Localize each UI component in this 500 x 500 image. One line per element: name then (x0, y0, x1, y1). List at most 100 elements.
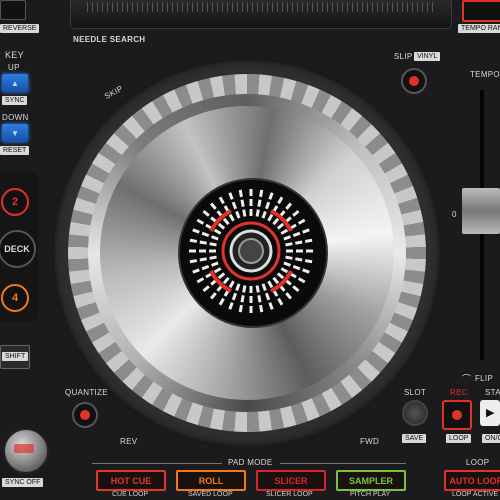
slot-knob[interactable] (402, 400, 428, 426)
jog-tick (242, 285, 247, 293)
jog-tick (276, 222, 285, 230)
rec-label: REC (450, 388, 468, 397)
jog-tick (235, 211, 241, 219)
jog-tick (283, 261, 291, 267)
jog-tick (249, 199, 253, 206)
jog-tick (202, 285, 210, 293)
jog-tick (304, 259, 313, 264)
pad-mode-divider-right (280, 463, 406, 464)
jog-tick (209, 202, 217, 210)
jog-tick (192, 268, 200, 274)
jog-tick (240, 295, 245, 303)
slip-button[interactable] (401, 68, 427, 94)
jog-tick (277, 196, 284, 205)
jog-tick (297, 277, 306, 284)
slip-label: SLIP (394, 52, 413, 61)
jog-tick (201, 264, 210, 271)
jog-tick (267, 280, 274, 289)
quantize-led (80, 410, 90, 420)
start-button[interactable]: ▶ (480, 400, 500, 426)
pad-mode-divider (92, 463, 222, 464)
jog-tick (292, 231, 301, 238)
jog-tick (257, 199, 262, 207)
slicer-button[interactable]: SLICER (256, 470, 326, 491)
jog-tick (249, 209, 253, 216)
jog-tick (297, 218, 306, 225)
jog-tick (304, 238, 313, 243)
jog-tick (217, 272, 226, 280)
jog-tick (189, 238, 198, 243)
tempo-fader[interactable] (462, 188, 500, 234)
sampler-button[interactable]: SAMPLER (336, 470, 406, 491)
jog-tick (242, 209, 247, 217)
jog-tick (213, 228, 222, 235)
jog-tick (249, 306, 253, 313)
quantize-button[interactable] (72, 402, 98, 428)
jog-tick (277, 297, 284, 306)
auto-loop-button[interactable]: AUTO LOOP (444, 470, 500, 491)
jog-tick (228, 302, 234, 310)
loop-active-label: LOOP ACTIVE (452, 491, 499, 498)
jog-tick (196, 218, 205, 225)
jog-tick (211, 235, 219, 241)
slicer-label: SLICER (274, 475, 308, 486)
jog-tick (199, 249, 206, 253)
jog-tick (286, 249, 293, 253)
jog-tick (255, 209, 260, 217)
onoff-label: ON/O (482, 434, 500, 443)
roll-button[interactable]: ROLL (176, 470, 246, 491)
jog-tick (295, 257, 303, 262)
jog-tick (261, 283, 267, 291)
jog-tick (259, 189, 264, 198)
jog-tick (272, 276, 280, 285)
quantize-label: QUANTIZE (65, 388, 108, 397)
jog-tick (268, 192, 274, 200)
save-label: SAVE (402, 434, 427, 443)
headphone-icon: ⌒ (462, 374, 472, 384)
jog-tick (201, 231, 210, 238)
jog-tick (213, 267, 222, 274)
jog-tick (228, 213, 235, 222)
cue-loop-label: CUE LOOP (112, 491, 149, 498)
saved-loop-label: SAVED LOOP (188, 491, 233, 498)
jog-tick (292, 264, 301, 271)
roll-label: ROLL (198, 475, 224, 486)
jog-tick (199, 257, 207, 262)
jog-tick (257, 295, 262, 303)
jog-tick (199, 240, 207, 245)
jog-tick (189, 259, 198, 264)
rec-button[interactable] (442, 400, 472, 430)
jog-tick (249, 296, 253, 303)
flip-label: FLIP (475, 374, 494, 383)
jog-tick (261, 211, 267, 219)
jog-tick (209, 255, 217, 260)
tempo-label: TEMPO (470, 70, 500, 79)
jog-tick (238, 189, 243, 198)
jog-tick (306, 249, 313, 253)
jog-tick (249, 189, 253, 196)
rev-label: REV (120, 437, 138, 446)
jog-tick (280, 267, 289, 274)
jog-tick (249, 286, 253, 293)
slot-label: SLOT (404, 388, 427, 397)
fwd-label: FWD (360, 437, 380, 446)
jog-tick (264, 292, 271, 301)
auto-loop-label: AUTO LOOP (449, 475, 500, 486)
jog-tick (228, 192, 234, 200)
jog-tick (292, 285, 300, 293)
jog-tick (285, 202, 293, 210)
jog-tick (192, 228, 200, 234)
hot-cue-button[interactable]: HOT CUE (96, 470, 166, 491)
jog-tick (285, 292, 293, 300)
jog-tick (202, 209, 210, 217)
sampler-label: SAMPLER (348, 475, 393, 486)
rec-led (452, 410, 462, 420)
jog-tick (259, 304, 264, 313)
jog-tick (209, 242, 217, 247)
start-label: STA (485, 388, 500, 397)
jog-tick (196, 277, 205, 284)
jog-tick (276, 272, 285, 280)
jog-tick (240, 199, 245, 207)
jog-tick (231, 201, 238, 210)
jog-tick (209, 292, 217, 300)
